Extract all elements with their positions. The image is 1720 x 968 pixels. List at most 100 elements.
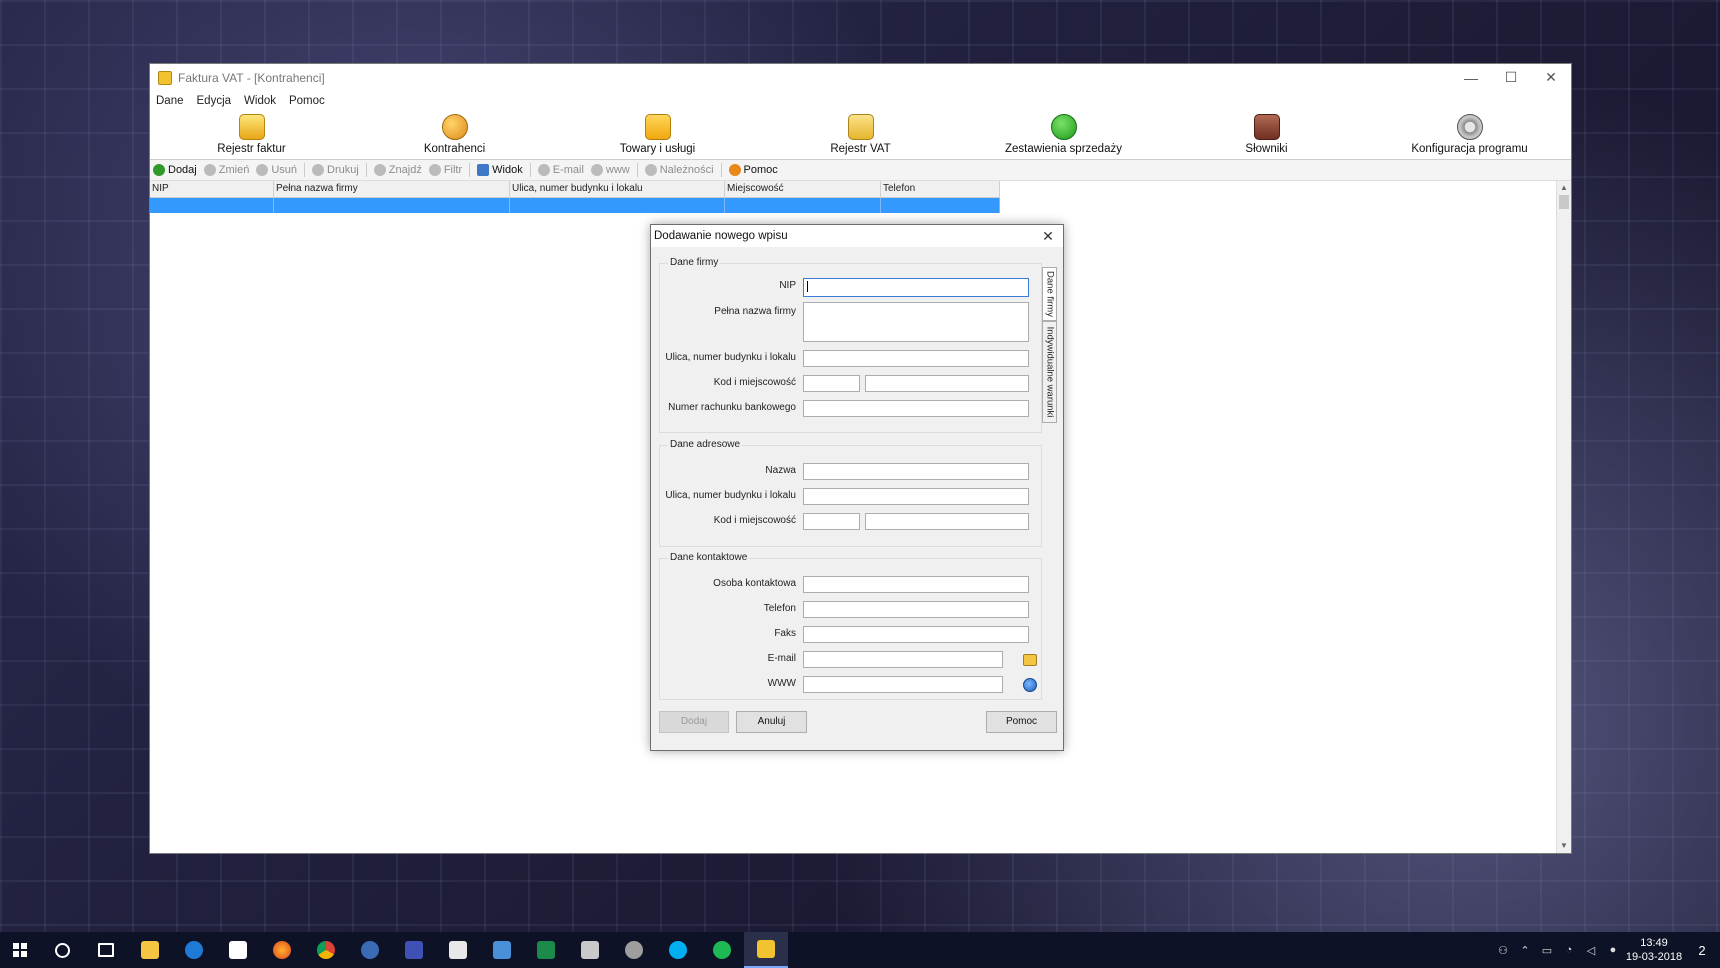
taskbar-store[interactable] [216,932,260,968]
volume-icon[interactable]: ◁ [1580,939,1602,961]
taskbar-spotify[interactable] [700,932,744,968]
toolbar-rejestr-vat[interactable]: Rejestr VAT [759,111,962,159]
dialog-close-button[interactable]: ✕ [1039,226,1057,246]
column-header-street[interactable]: Ulica, numer budynku i lokalu [510,181,725,197]
www-button[interactable]: www [590,164,630,176]
email-field[interactable] [803,651,1003,668]
phone-field[interactable] [803,601,1029,618]
email-button[interactable]: E-mail [537,164,584,176]
address-name-field[interactable] [803,463,1029,480]
dialog-add-button[interactable]: Dodaj [659,711,729,733]
tab-dane-firmy[interactable]: Dane firmy [1042,267,1057,321]
vertical-scrollbar[interactable]: ▲ ▼ [1556,181,1571,853]
taskbar-image-app[interactable] [436,932,480,968]
system-tray: ⚇ ⌃ ▭ ◔ ◁ ● 13:49 19-03-2018 2 [1492,932,1720,968]
address-data-group: Dane adresowe Nazwa Ulica, numer budynku… [659,439,1042,547]
taskbar-app-globe[interactable] [348,932,392,968]
toolbar-rejestr-faktur[interactable]: Rejestr faktur [150,111,353,159]
chevron-up-icon[interactable]: ⌃ [1514,939,1536,961]
dialog-help-button[interactable]: Pomoc [986,711,1057,733]
find-label: Znajdź [388,164,422,176]
filter-button[interactable]: Filtr [428,164,462,176]
column-header-full-name[interactable]: Pełna nazwa firmy [274,181,510,197]
city-field[interactable] [865,375,1029,392]
wifi-icon[interactable]: ◔ [1558,939,1580,961]
open-website-icon[interactable] [1023,678,1037,692]
toolbar-konfiguracja-programu[interactable]: Konfiguracja programu [1368,111,1571,159]
taskbar-printer-app[interactable] [568,932,612,968]
taskbar-tool-app[interactable] [612,932,656,968]
print-button[interactable]: Drukuj [312,164,359,176]
action-center-button[interactable]: 2 [1684,932,1720,968]
start-button[interactable] [0,932,40,968]
taskbar-chrome[interactable] [304,932,348,968]
minimize-button[interactable]: — [1451,64,1491,91]
full-name-field[interactable] [803,302,1029,342]
tab-indywidualne-warunki[interactable]: Indywidualne warunki [1042,321,1057,423]
dues-label: Należności [659,164,714,176]
delete-button[interactable]: Usuń [256,164,297,176]
main-toolbar: Rejestr faktur Kontrahenci Towary i usłu… [150,111,1571,160]
taskbar-faktura-vat[interactable] [744,932,788,968]
menu-widok[interactable]: Widok [244,95,276,107]
toolbar-slowniki[interactable]: Słowniki [1165,111,1368,159]
column-header-nip[interactable]: NIP [150,181,274,197]
scroll-up-arrow-icon[interactable]: ▲ [1557,181,1571,195]
street-field[interactable] [803,350,1029,367]
menu-pomoc[interactable]: Pomoc [289,95,325,107]
toolbar-label: Rejestr VAT [830,143,891,155]
taskbar-clock[interactable]: 13:49 19-03-2018 [1624,936,1684,964]
windows-taskbar: ⚇ ⌃ ▭ ◔ ◁ ● 13:49 19-03-2018 2 [0,932,1720,968]
toolbar-zestawienia-sprzedazy[interactable]: Zestawienia sprzedaży [962,111,1165,159]
table-row[interactable] [150,198,1000,213]
taskbar-file-explorer[interactable] [128,932,172,968]
nip-field[interactable] [803,278,1029,297]
column-header-city[interactable]: Miejscowość [725,181,881,197]
dialog-titlebar[interactable]: Dodawanie nowego wpisu ✕ [651,225,1063,247]
help-button[interactable]: Pomoc [728,164,778,176]
menu-dane[interactable]: Dane [156,95,184,107]
address-street-field[interactable] [803,488,1029,505]
taskbar-firefox[interactable] [260,932,304,968]
dues-button[interactable]: Należności [644,164,714,176]
task-view-button[interactable] [84,932,128,968]
contact-person-field[interactable] [803,576,1029,593]
bank-account-field[interactable] [803,400,1029,417]
toolbar-label: Zestawienia sprzedaży [1005,143,1122,155]
taskbar-sheets-app[interactable] [524,932,568,968]
edit-button[interactable]: Zmień [203,164,249,176]
table-cell [881,198,1000,213]
view-button[interactable]: Widok [477,164,523,176]
send-email-icon[interactable] [1023,654,1037,666]
toolbar-towary-i-uslugi[interactable]: Towary i usługi [556,111,759,159]
maximize-button[interactable]: ☐ [1491,64,1531,91]
search-icon [373,164,386,176]
window-titlebar[interactable]: Faktura VAT - [Kontrahenci] — ☐ ✕ [150,64,1571,91]
menu-edycja[interactable]: Edycja [197,95,232,107]
toolbar-kontrahenci[interactable]: Kontrahenci [353,111,556,159]
taskbar-window-app[interactable] [480,932,524,968]
people-icon[interactable]: ⚇ [1492,939,1514,961]
find-button[interactable]: Znajdź [373,164,422,176]
antivirus-icon[interactable]: ● [1602,939,1624,961]
taskbar-edge[interactable] [172,932,216,968]
close-window-button[interactable]: ✕ [1531,64,1571,91]
scroll-down-arrow-icon[interactable]: ▼ [1557,839,1571,853]
fax-field[interactable] [803,626,1029,643]
search-button[interactable] [40,932,84,968]
scrollbar-thumb[interactable] [1559,195,1569,209]
delete-label: Usuń [271,164,297,176]
postal-code-field[interactable] [803,375,860,392]
address-postal-code-field[interactable] [803,513,860,530]
address-city-field[interactable] [865,513,1029,530]
notification-count: 2 [1698,942,1706,958]
battery-icon[interactable]: ▭ [1536,939,1558,961]
dialog-cancel-button[interactable]: Anuluj [736,711,807,733]
www-field[interactable] [803,676,1003,693]
taskbar-save-app[interactable] [392,932,436,968]
taskbar-skype[interactable] [656,932,700,968]
add-button[interactable]: Dodaj [153,164,197,176]
add-icon [153,164,165,176]
column-header-phone[interactable]: Telefon [881,181,1000,197]
sales-chart-icon [1050,114,1077,140]
